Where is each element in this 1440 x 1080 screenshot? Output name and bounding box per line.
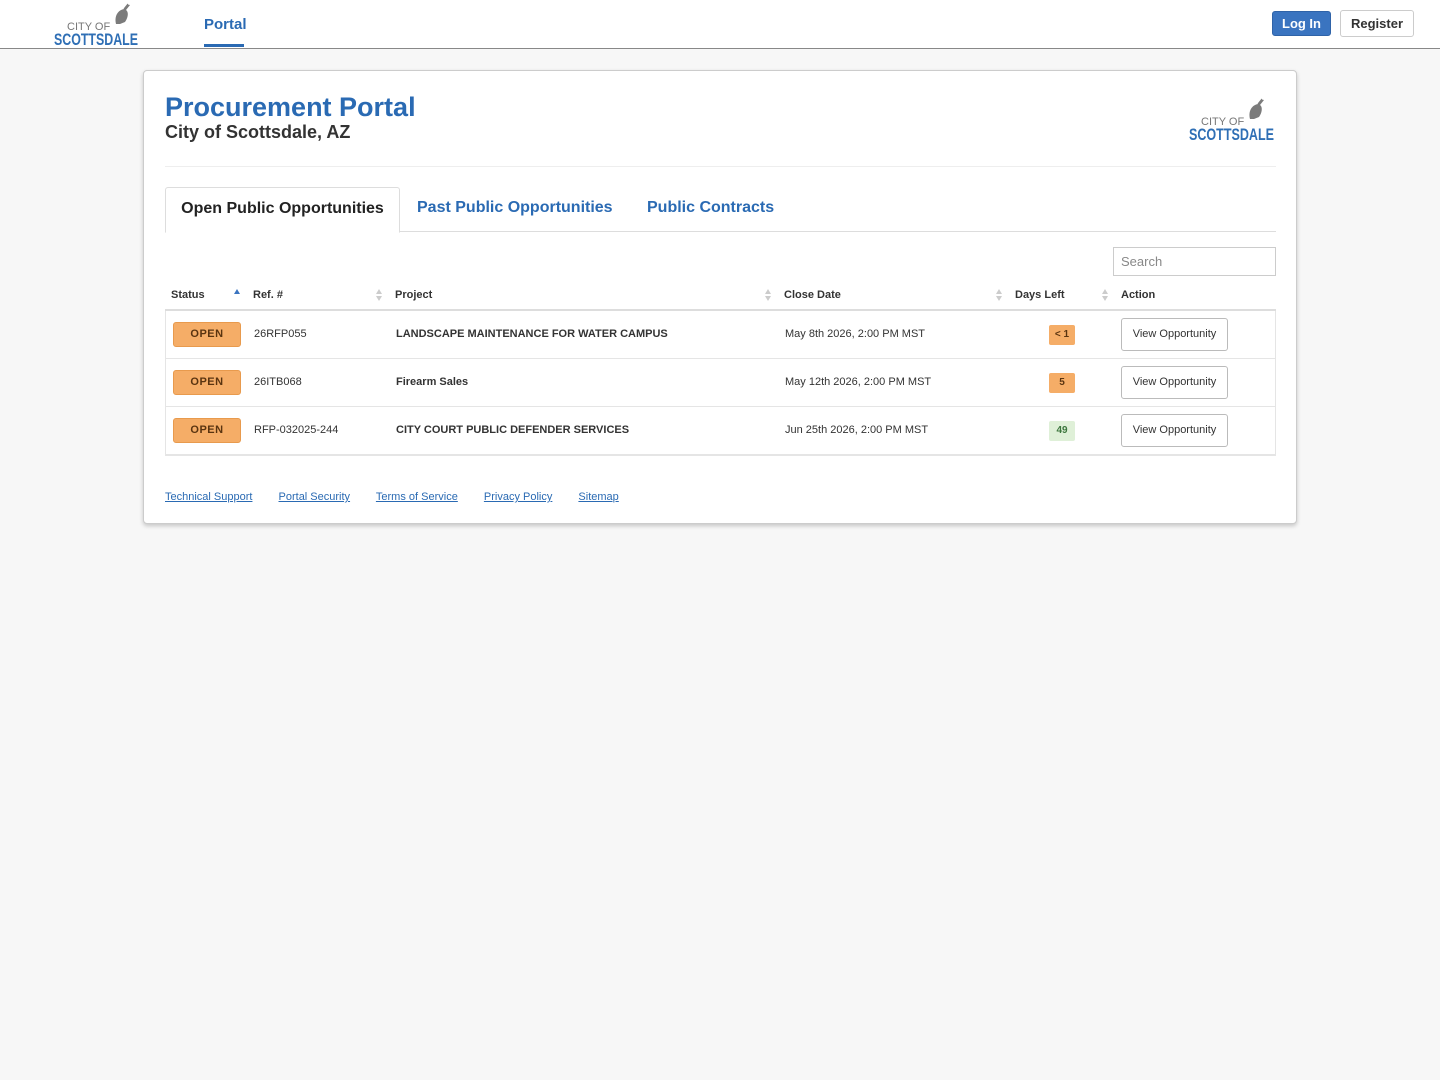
tab-public-contracts[interactable]: Public Contracts (647, 187, 774, 232)
ref-number: 26RFP055 (254, 328, 307, 340)
column-header-close-date[interactable]: Close Date (778, 281, 1009, 311)
nav-tab-active-indicator (204, 44, 244, 47)
close-date: May 12th 2026, 2:00 PM MST (785, 376, 932, 388)
search-input[interactable] (1113, 247, 1276, 276)
logo-text-scottsdale: SCOTTSDALE (1189, 125, 1274, 143)
column-header-label: Status (171, 289, 205, 301)
header-divider (165, 166, 1276, 167)
tab-past-public-opportunities[interactable]: Past Public Opportunities (417, 187, 613, 232)
table-body: OPEN 26RFP055 LANDSCAPE MAINTENANCE FOR … (165, 311, 1276, 456)
sort-icon (996, 289, 1002, 301)
column-header-label: Action (1121, 289, 1156, 301)
column-header-project[interactable]: Project (389, 281, 778, 311)
project-name: CITY COURT PUBLIC DEFENDER SERVICES (396, 424, 630, 436)
view-opportunity-button[interactable]: View Opportunity (1121, 414, 1228, 447)
view-opportunity-button[interactable]: View Opportunity (1121, 318, 1228, 351)
sort-icon (376, 289, 382, 301)
footer-links: Technical Support Portal Security Terms … (165, 491, 642, 503)
view-opportunity-button[interactable]: View Opportunity (1121, 366, 1228, 399)
table-header: Status Ref. # Project Close Date Days Le… (165, 281, 1276, 311)
ref-number: RFP-032025-244 (254, 424, 339, 436)
project-name: Firearm Sales (396, 376, 469, 388)
sort-icon (765, 289, 771, 301)
close-date: May 8th 2026, 2:00 PM MST (785, 328, 926, 340)
status-badge: OPEN (173, 418, 241, 443)
table-row: OPEN 26RFP055 LANDSCAPE MAINTENANCE FOR … (166, 311, 1275, 359)
scottsdale-logo[interactable]: CITY OF SCOTTSDALE (54, 2, 140, 46)
column-header-label: Project (395, 289, 433, 301)
column-header-label: Ref. # (253, 289, 283, 301)
nav-tab-portal[interactable]: Portal (204, 0, 247, 48)
sort-ascending-icon (234, 289, 240, 294)
page-subtitle: City of Scottsdale, AZ (165, 122, 351, 142)
register-button[interactable]: Register (1340, 10, 1414, 37)
table-row: OPEN 26ITB068 Firearm Sales May 12th 202… (166, 359, 1275, 407)
sort-icon (1102, 289, 1108, 301)
days-left-badge: 49 (1049, 421, 1075, 441)
days-left-badge: < 1 (1049, 325, 1075, 345)
days-left-badge: 5 (1049, 373, 1075, 393)
table-row: OPEN RFP-032025-244 CITY COURT PUBLIC DE… (166, 407, 1275, 455)
footer-link-technical-support[interactable]: Technical Support (165, 491, 252, 503)
login-button[interactable]: Log In (1272, 11, 1331, 36)
opportunities-table: Status Ref. # Project Close Date Days Le… (165, 281, 1276, 456)
column-header-days-left[interactable]: Days Left (1009, 281, 1115, 311)
footer-link-sitemap[interactable]: Sitemap (578, 491, 618, 503)
scottsdale-logo: CITY OF SCOTTSDALE (1189, 98, 1274, 143)
column-header-label: Days Left (1015, 289, 1065, 301)
column-header-status[interactable]: Status (165, 281, 247, 311)
close-date: Jun 25th 2026, 2:00 PM MST (785, 424, 929, 436)
opportunity-tabs: Open Public Opportunities Past Public Op… (165, 187, 1276, 233)
logo-text-scottsdale: SCOTTSDALE (54, 30, 138, 46)
footer-link-privacy-policy[interactable]: Privacy Policy (484, 491, 552, 503)
footer-link-terms-of-service[interactable]: Terms of Service (376, 491, 458, 503)
column-header-ref[interactable]: Ref. # (247, 281, 389, 311)
tab-open-public-opportunities[interactable]: Open Public Opportunities (165, 187, 400, 233)
footer-link-portal-security[interactable]: Portal Security (279, 491, 351, 503)
project-name: LANDSCAPE MAINTENANCE FOR WATER CAMPUS (396, 328, 668, 340)
page-title: Procurement Portal (165, 92, 416, 122)
ref-number: 26ITB068 (254, 376, 302, 388)
column-header-action: Action (1115, 281, 1276, 311)
column-header-label: Close Date (784, 289, 841, 301)
status-badge: OPEN (173, 370, 241, 395)
status-badge: OPEN (173, 322, 241, 347)
top-navbar: CITY OF SCOTTSDALE Portal Log In Registe… (0, 0, 1440, 49)
procurement-card: Procurement Portal City of Scottsdale, A… (143, 70, 1297, 524)
